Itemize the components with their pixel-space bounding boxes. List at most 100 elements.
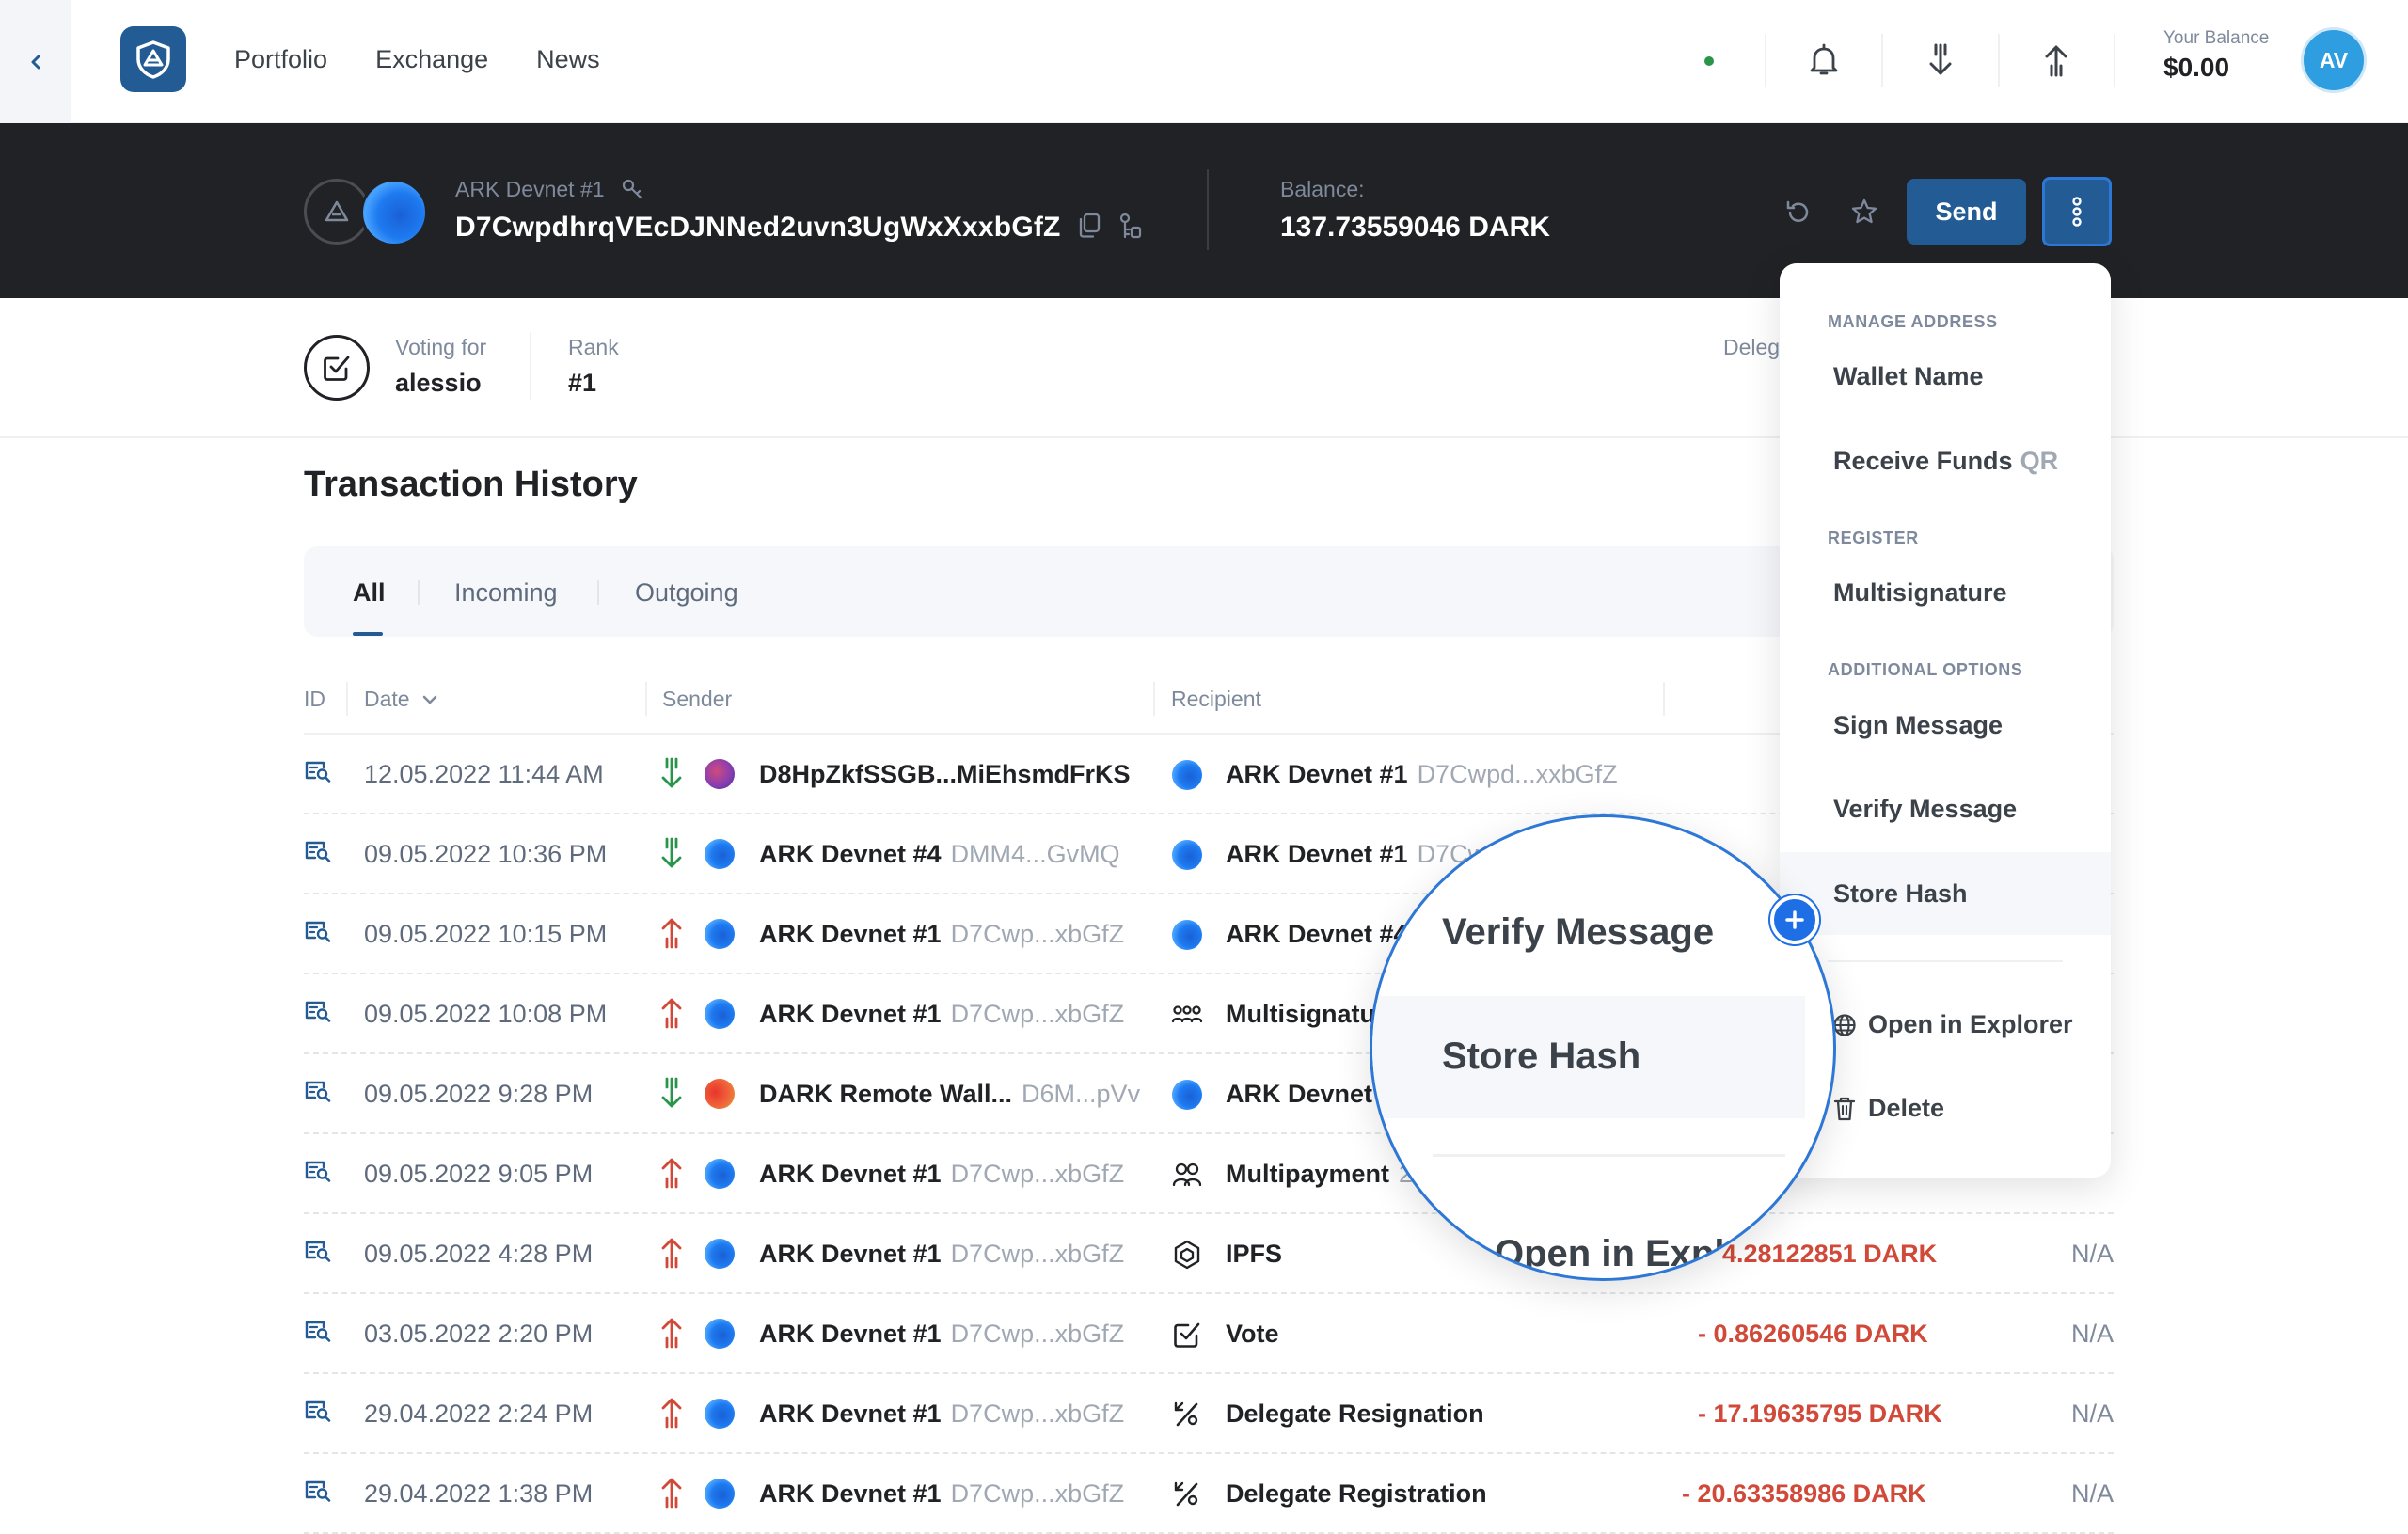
menu-item-label: Sign Message: [1833, 710, 2004, 739]
column-divider: [1153, 682, 1155, 716]
transaction-date: 09.05.2022 10:08 PM: [364, 1000, 608, 1028]
rank-label: Rank: [568, 335, 619, 359]
recipient-name: ARK Devnet #1: [1226, 840, 1408, 868]
recipient-avatar-circle: [1172, 920, 1202, 950]
sender-address: D7Cwp...xbGfZ: [950, 1400, 1125, 1428]
column-header-date[interactable]: Date: [364, 687, 438, 712]
public-key-button[interactable]: [1116, 211, 1146, 241]
send-button[interactable]: Send: [1907, 179, 2026, 245]
total-balance: Your Balance $0.00: [2163, 28, 2269, 83]
balance-label: Your Balance: [2163, 28, 2270, 48]
transaction-id-icon[interactable]: [304, 919, 332, 947]
transaction-id-icon[interactable]: [304, 999, 332, 1027]
rank-value: #1: [568, 369, 597, 397]
notifications-button[interactable]: [1801, 38, 1846, 83]
menu-item-delete[interactable]: Delete: [1832, 1094, 1944, 1123]
menu-item-label: Delete: [1868, 1094, 1945, 1122]
sender: ARK Devnet #1 D7Cwp...xbGfZ: [759, 1000, 1124, 1029]
sender: ARK Devnet #1 D7Cwp...xbGfZ: [759, 1320, 1124, 1349]
transaction-date: 09.05.2022 9:28 PM: [364, 1080, 594, 1108]
recipient: IPFS: [1226, 1240, 1282, 1269]
tab-outgoing[interactable]: Outgoing: [635, 578, 738, 608]
table-row[interactable]: 29.04.2022 1:38 PM ARK Devnet #1 D7Cwp...x…: [304, 1454, 2114, 1534]
nav-link-portfolio[interactable]: Portfolio: [234, 45, 327, 74]
sender: D8HpZkfSSGB...MiEhsmdFrKS: [759, 760, 1131, 789]
menu-item-label: Wallet Name: [1833, 361, 1984, 390]
back-button[interactable]: [0, 0, 71, 123]
transaction-id-icon[interactable]: [304, 1079, 332, 1107]
balance-value: $0.00: [2163, 53, 2230, 82]
sender: ARK Devnet #1 D7Cwp...xbGfZ: [759, 1400, 1124, 1429]
recipient-name: Vote: [1226, 1320, 1279, 1348]
nav-link-news[interactable]: News: [536, 45, 600, 74]
app-logo[interactable]: [120, 26, 186, 92]
star-icon: [1851, 198, 1877, 224]
outgoing-arrow-icon: [658, 1155, 685, 1191]
outgoing-arrow-icon: [658, 915, 685, 951]
recipient: Delegate Registration: [1226, 1479, 1487, 1509]
table-row[interactable]: 03.05.2022 2:20 PM ARK Devnet #1 D7Cwp...x…: [304, 1294, 2114, 1374]
recipient: ARK Devnet #4: [1226, 920, 1408, 949]
sender-address: D7Cwp...xbGfZ: [950, 920, 1125, 948]
transaction-date: 03.05.2022 2:20 PM: [364, 1320, 594, 1348]
nav-link-exchange[interactable]: Exchange: [375, 45, 488, 74]
copy-address-button[interactable]: [1074, 211, 1104, 241]
transaction-id-icon[interactable]: [304, 759, 332, 787]
transaction-id-icon[interactable]: [304, 1319, 332, 1347]
sender-name: ARK Devnet #1: [759, 1240, 942, 1268]
tab-all[interactable]: All: [353, 578, 386, 608]
menu-item-wallet-name[interactable]: Wallet Name: [1780, 335, 2111, 418]
transaction-id-icon[interactable]: [304, 1239, 332, 1267]
star-button[interactable]: [1846, 194, 1882, 229]
recipient-name: Delegate Resignation: [1226, 1400, 1484, 1428]
menu-item-multisignature[interactable]: Multisignature: [1780, 551, 2111, 634]
table-row[interactable]: 09.05.2022 4:28 PM ARK Devnet #1 D7Cwp...x…: [304, 1214, 2114, 1294]
sender: ARK Devnet #4 DMM4...GvMQ: [759, 840, 1120, 869]
user-avatar[interactable]: AV: [2301, 27, 2367, 93]
transaction-id-icon[interactable]: [304, 839, 332, 867]
more-options-button[interactable]: [2042, 177, 2112, 246]
outgoing-arrow-icon: [658, 1315, 685, 1351]
sender-name: DARK Remote Wall...: [759, 1080, 1013, 1108]
send-nav-button[interactable]: [2034, 38, 2079, 83]
magnified-open-explorer: Open in Expl: [1495, 1233, 1725, 1274]
receive-button[interactable]: [1918, 38, 1963, 83]
menu-item-open-explorer[interactable]: Open in Explorer: [1832, 1010, 2073, 1039]
sender-avatar: [705, 1239, 735, 1269]
sender-address: DMM4...GvMQ: [950, 840, 1120, 868]
table-row[interactable]: 29.04.2022 2:24 PM ARK Devnet #1 D7Cwp...x…: [304, 1374, 2114, 1454]
incoming-arrow-icon: [658, 755, 685, 791]
sync-button[interactable]: [1782, 196, 1815, 229]
wallet-balance-value: 137.73559046 DARK: [1280, 212, 1550, 243]
arrow-up-icon: [2045, 45, 2067, 77]
delegate-icon: [1171, 1399, 1203, 1431]
menu-item-verify-message[interactable]: Verify Message: [1780, 767, 2111, 850]
recipient-name: ARK Devnet #1: [1226, 760, 1408, 788]
sender-avatar: [705, 919, 735, 949]
menu-item-label: Receive Funds: [1833, 446, 2013, 475]
sender-name: D8HpZkfSSGB...MiEhsmdFrKS: [759, 760, 1131, 788]
transaction-id-icon[interactable]: [304, 1479, 332, 1507]
menu-item-sign-message[interactable]: Sign Message: [1780, 684, 2111, 767]
voting-for-value[interactable]: alessio: [395, 369, 482, 398]
menu-item-receive-funds[interactable]: Receive Funds QR: [1780, 419, 2111, 502]
recipient-avatar-circle: [1172, 760, 1202, 790]
tab-incoming[interactable]: Incoming: [454, 578, 558, 608]
active-tab-indicator: [353, 632, 383, 636]
sender-address: D6M...pVv: [1022, 1080, 1141, 1108]
wallet-coin-avatar: [304, 179, 436, 246]
sender-address: D7Cwp...xbGfZ: [950, 1240, 1125, 1268]
transaction-status: N/A: [2070, 1320, 2114, 1348]
menu-item-label: Multisignature: [1833, 577, 2007, 607]
sender-avatar: [705, 999, 735, 1029]
nav-divider: [1765, 34, 1766, 87]
column-header-recipient: Recipient: [1171, 687, 1261, 711]
transaction-id-icon[interactable]: [304, 1399, 332, 1427]
transaction-id-icon[interactable]: [304, 1159, 332, 1187]
menu-item-label: Open in Explorer: [1868, 1010, 2073, 1038]
vote-status-icon: [304, 335, 370, 401]
globe-icon: [1833, 1013, 1856, 1036]
wallet-name: ARK Devnet #1: [455, 177, 644, 202]
bell-icon: [1810, 43, 1838, 75]
menu-item-store-hash[interactable]: Store Hash: [1780, 852, 2111, 935]
